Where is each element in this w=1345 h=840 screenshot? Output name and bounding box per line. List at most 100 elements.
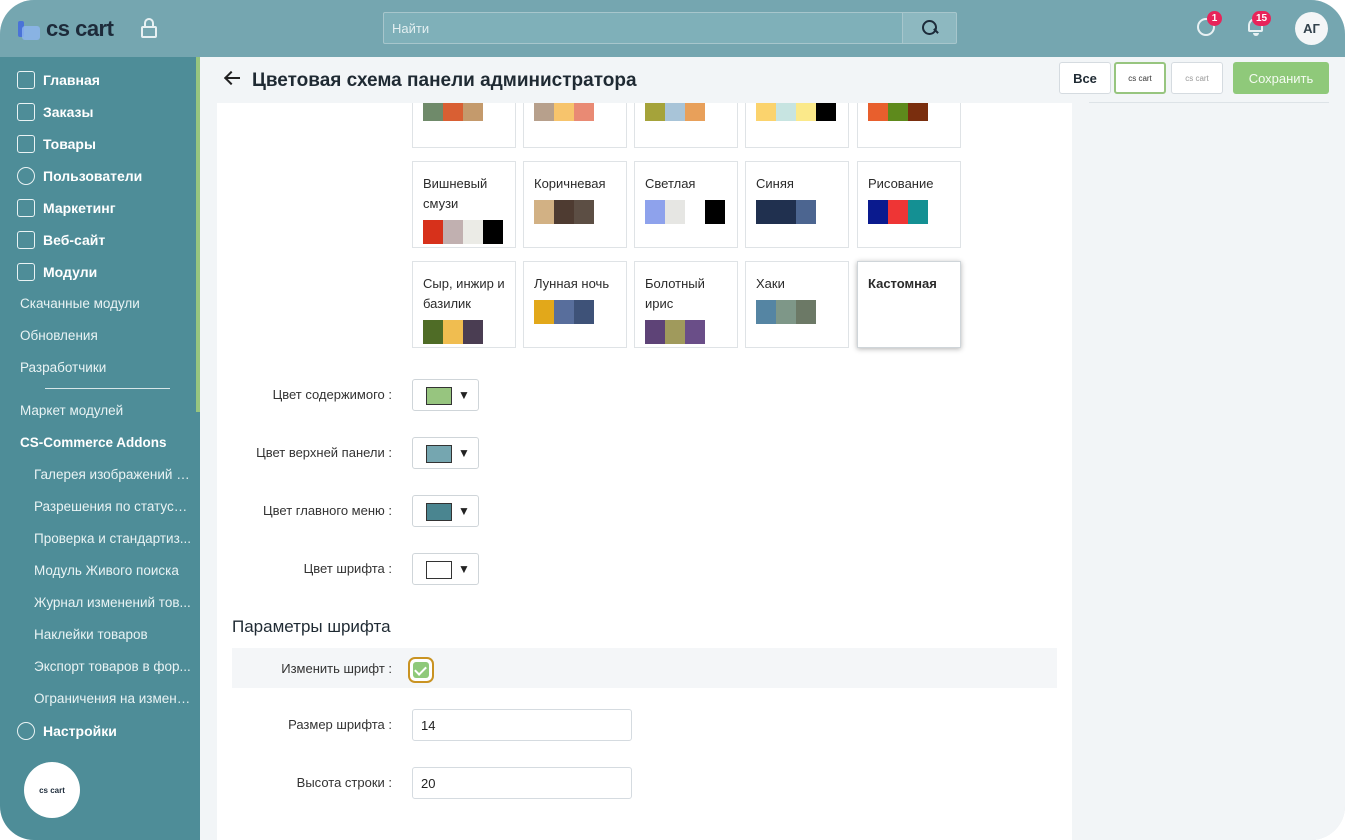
bell-icon[interactable]: 15 xyxy=(1245,11,1272,38)
color-swatch xyxy=(443,103,463,121)
color-swatch xyxy=(868,200,888,224)
color-swatch xyxy=(888,103,908,121)
scheme-swatches xyxy=(423,220,505,244)
color-swatch xyxy=(574,200,594,224)
scheme-card-label: Синяя xyxy=(756,176,794,191)
sidebar-item-orders[interactable]: Заказы xyxy=(17,100,93,124)
history-icon[interactable]: 1 xyxy=(1196,11,1222,38)
sidebar-item-users[interactable]: Пользователи xyxy=(17,164,142,188)
color-swatch xyxy=(756,200,776,224)
save-button[interactable]: Сохранить xyxy=(1233,62,1329,94)
sidebar-addon-item[interactable]: Проверка и стандартиз... xyxy=(34,531,192,551)
color-swatch xyxy=(554,300,574,324)
color-swatch xyxy=(776,103,796,121)
scheme-card[interactable]: Хаки xyxy=(745,261,849,348)
line-height-input[interactable] xyxy=(412,767,632,799)
sidebar-addon-item[interactable]: Разрешения по статусу ... xyxy=(34,499,192,519)
color-swatch xyxy=(685,103,705,121)
search-button[interactable] xyxy=(903,12,957,44)
scheme-card[interactable]: Светлая xyxy=(634,161,738,248)
content-color-picker[interactable]: ▼ xyxy=(412,379,479,411)
puzzle-icon xyxy=(17,263,35,281)
sidebar-addon-item[interactable]: Ограничения на измене... xyxy=(34,691,192,711)
sidebar-subitem-marketplace[interactable]: Маркет модулей xyxy=(20,403,123,423)
scheme-swatches xyxy=(534,300,616,324)
search-bar xyxy=(383,12,957,44)
sidebar-item-modules[interactable]: Модули xyxy=(17,260,97,284)
scheme-swatches xyxy=(534,200,616,224)
back-arrow-icon[interactable] xyxy=(224,70,242,86)
sidebar-subitem-updates[interactable]: Обновления xyxy=(20,328,98,348)
color-swatch xyxy=(426,561,452,579)
color-swatch xyxy=(443,320,463,344)
scheme-card[interactable]: Синяя xyxy=(745,161,849,248)
all-button[interactable]: Все xyxy=(1059,62,1111,94)
user-icon xyxy=(17,167,35,185)
check-icon xyxy=(413,662,429,678)
lock-icon[interactable] xyxy=(140,17,158,39)
scheme-swatches xyxy=(423,320,505,344)
font-size-label: Размер шрифта : xyxy=(288,717,392,732)
sidebar-item-website[interactable]: Веб-сайт xyxy=(17,228,105,252)
scheme-card[interactable]: Сыр, инжир и базилик xyxy=(412,261,516,348)
scheme-card[interactable]: Ретро xyxy=(412,103,516,148)
scheme-card-label: Хаки xyxy=(756,276,785,291)
logo-mark-icon xyxy=(18,18,40,40)
sidebar-item-products[interactable]: Товары xyxy=(17,132,96,156)
tag-icon xyxy=(17,135,35,153)
font-size-input[interactable] xyxy=(412,709,632,741)
scheme-card[interactable]: Вишневый смузи xyxy=(412,161,516,248)
change-font-checkbox[interactable] xyxy=(408,657,434,683)
color-swatch xyxy=(426,387,452,405)
color-swatch xyxy=(888,200,908,224)
top-bar: cs cart 1 15 АГ xyxy=(0,0,1345,57)
menu-color-picker[interactable]: ▼ xyxy=(412,495,479,527)
scheme-swatches xyxy=(868,200,950,224)
caret-down-icon: ▼ xyxy=(458,446,470,460)
caret-down-icon: ▼ xyxy=(458,562,470,576)
color-swatch xyxy=(443,220,463,244)
scheme-thumb-active[interactable]: cs cart xyxy=(1114,62,1166,94)
logo-text: cs cart xyxy=(46,16,114,41)
sidebar-addon-item[interactable]: Модуль Живого поиска xyxy=(34,563,192,583)
scheme-card[interactable]: Винтаж xyxy=(523,103,627,148)
scheme-card[interactable]: Лунная ночь xyxy=(523,261,627,348)
sidebar-item-label: Модули xyxy=(43,264,98,280)
scheme-card[interactable]: Побережье xyxy=(634,103,738,148)
scheme-card[interactable]: Кастомная xyxy=(857,261,961,348)
sidebar-item-label: Товары xyxy=(43,136,96,152)
scheme-swatches xyxy=(868,103,950,121)
sidebar-subitem-developers[interactable]: Разработчики xyxy=(20,360,106,380)
sidebar-addon-item[interactable]: Журнал изменений тов... xyxy=(34,595,192,615)
mini-logo[interactable]: cs cart xyxy=(24,762,80,818)
topbar-color-picker[interactable]: ▼ xyxy=(412,437,479,469)
sidebar-item-label: Веб-сайт xyxy=(43,232,106,248)
scheme-thumb-alt[interactable]: cs cart xyxy=(1171,62,1223,94)
change-font-label: Изменить шрифт : xyxy=(281,661,392,676)
color-swatch xyxy=(796,200,816,224)
logo[interactable]: cs cart xyxy=(18,14,114,44)
color-swatch xyxy=(796,300,816,324)
color-swatch xyxy=(665,200,685,224)
sidebar-item-home[interactable]: Главная xyxy=(17,68,100,92)
scheme-card[interactable]: Пастель xyxy=(745,103,849,148)
color-swatch xyxy=(868,103,888,121)
sidebar-addon-item[interactable]: Наклейки товаров xyxy=(34,627,192,647)
sidebar-subitem-downloaded-modules[interactable]: Скачанные модули xyxy=(20,296,140,316)
sidebar-addon-item[interactable]: Галерея изображений д... xyxy=(34,467,192,487)
color-swatch xyxy=(554,103,574,121)
font-color-picker[interactable]: ▼ xyxy=(412,553,479,585)
caret-down-icon: ▼ xyxy=(458,504,470,518)
scheme-card[interactable]: Коричневая xyxy=(523,161,627,248)
sidebar-addon-item[interactable]: Экспорт товаров в фор... xyxy=(34,659,192,679)
scheme-card[interactable]: Рисование xyxy=(857,161,961,248)
scheme-swatches xyxy=(645,200,727,224)
scheme-card[interactable]: Болотный ирис xyxy=(634,261,738,348)
sidebar-item-settings[interactable]: Настройки xyxy=(17,719,117,743)
search-input[interactable] xyxy=(383,12,903,44)
sidebar-subitem-vendor[interactable]: CS-Commerce Addons xyxy=(20,435,167,455)
sidebar-item-marketing[interactable]: Маркетинг xyxy=(17,196,116,220)
color-swatch xyxy=(908,103,928,121)
avatar[interactable]: АГ xyxy=(1295,12,1328,45)
scheme-card[interactable]: Бургер xyxy=(857,103,961,148)
